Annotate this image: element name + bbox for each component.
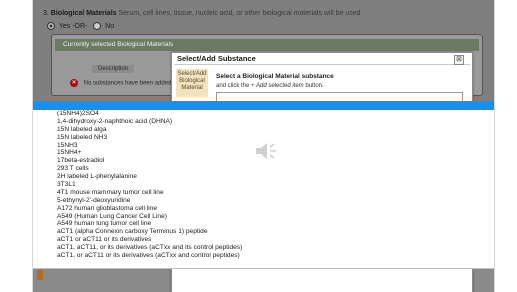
list-item[interactable]: A172 human glioblastoma cell line xyxy=(33,205,494,213)
instruction-prefix: and click the xyxy=(216,83,252,89)
list-item[interactable]: 4T1 mouse mammary tumor cell line xyxy=(33,189,494,197)
no-radio[interactable] xyxy=(93,22,102,30)
instruction-title: Select a Biological Material substance xyxy=(216,73,334,80)
list-item[interactable]: 3T3L1 xyxy=(33,181,494,189)
list-item[interactable]: aCT1, aCT11, or its derivatives (aCTxx a… xyxy=(33,244,494,252)
left-margin xyxy=(0,0,25,292)
app-viewport: 3. Biological Materials Serum, cell line… xyxy=(32,0,495,292)
error-x-icon: ✕ xyxy=(70,79,78,87)
list-item[interactable]: 5-ethynyl-2'-deoxyuridine xyxy=(33,197,494,205)
list-item[interactable]: aCT1 or aCT11 or its derivatives xyxy=(33,236,494,244)
question-title: Biological Materials xyxy=(50,10,117,17)
substance-dropdown-list: (15NH4)2SO4 1,4-dihydroxy-2-naphthoic ac… xyxy=(33,110,494,269)
instruction-suffix: button. xyxy=(303,83,324,89)
question-number: 3. xyxy=(43,10,49,17)
list-item[interactable]: aCT1, or aCT11 or its derivatives (aCTxx… xyxy=(33,252,494,260)
list-item[interactable]: 2H labeled L-phenylalanine xyxy=(33,173,494,181)
question-subtitle: Serum, cell lines, tissue, nucleic acid,… xyxy=(118,10,361,17)
section-marker xyxy=(37,270,43,280)
list-item[interactable]: 15N labeled alga xyxy=(33,126,494,134)
list-item[interactable]: A549 (Human Lung Cancer Cell Line) xyxy=(33,213,494,221)
right-margin xyxy=(495,0,517,292)
close-icon[interactable]: ⊠ xyxy=(454,55,464,65)
screen-frame: 3. Biological Materials Serum, cell line… xyxy=(0,0,517,292)
yes-no-group: Yes -OR- No xyxy=(47,22,114,30)
list-item[interactable]: (15NH4)2SO4 xyxy=(33,110,494,118)
list-item[interactable]: A549 human lung tumor cell line xyxy=(33,220,494,228)
description-column-header: Description xyxy=(92,65,135,73)
dialog-title: Select/Add Substance xyxy=(174,53,470,65)
empty-message: ✕ No substances have been added xyxy=(70,79,171,87)
speaker-icon xyxy=(256,143,276,159)
yes-radio[interactable] xyxy=(47,22,55,30)
panel-header: Currently selected Biological Materials xyxy=(55,39,479,51)
list-item[interactable]: 293 T cells xyxy=(33,165,494,173)
question-heading: 3. Biological Materials Serum, cell line… xyxy=(43,10,361,17)
list-item[interactable]: 1,4-dihydroxy-2-naphthoic acid (DHNA) xyxy=(33,118,494,126)
empty-message-text: No substances have been added xyxy=(83,80,172,87)
dropdown-highlight-row[interactable] xyxy=(33,101,494,110)
instruction-text: and click the + Add selected item button… xyxy=(216,83,324,89)
tab-select-add-biological-material[interactable]: Select/Add Biological Material xyxy=(176,69,208,97)
add-selected-item-link[interactable]: + Add selected item xyxy=(251,83,304,89)
no-label: No xyxy=(105,22,115,30)
list-item[interactable]: aCT1 (alpha Connexin carboxy Terminus 1)… xyxy=(33,228,494,236)
yes-label: Yes -OR- xyxy=(58,22,88,30)
